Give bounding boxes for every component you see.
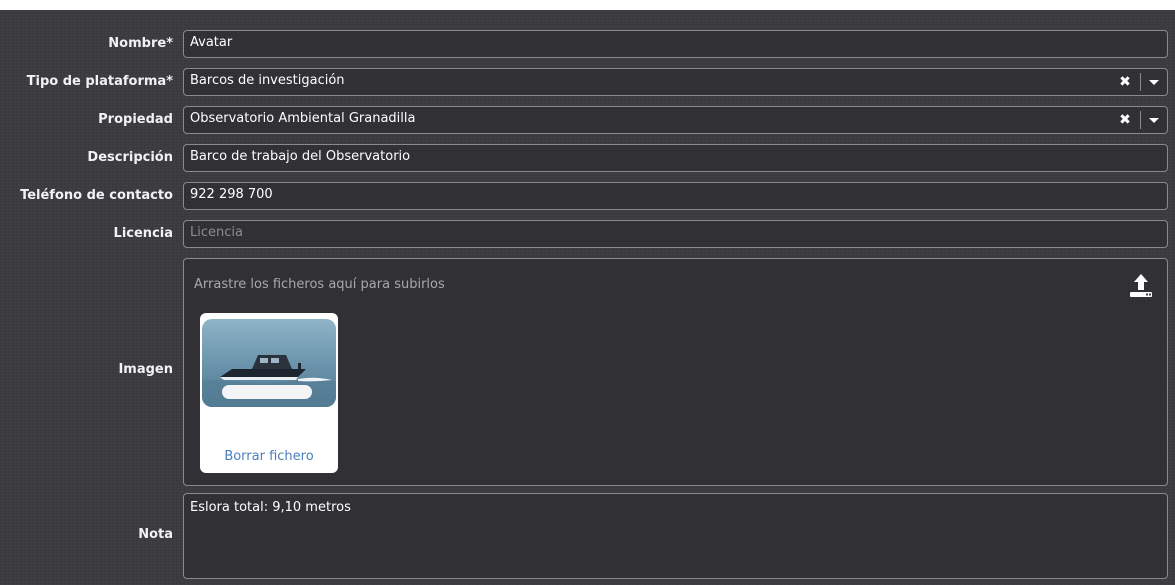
licencia-label: Licencia bbox=[113, 226, 173, 241]
telefono-field[interactable]: 922 298 700 bbox=[183, 182, 1168, 210]
tipo-plataforma-value: Barcos de investigación bbox=[190, 73, 345, 88]
propiedad-controls: ✖ bbox=[1110, 107, 1167, 133]
top-strip bbox=[0, 0, 1175, 10]
nombre-field[interactable]: Avatar bbox=[183, 30, 1168, 58]
clear-icon[interactable]: ✖ bbox=[1110, 112, 1140, 128]
tipo-plataforma-label: Tipo de plataforma* bbox=[26, 74, 173, 89]
propiedad-value: Observatorio Ambiental Granadilla bbox=[190, 111, 416, 126]
row-imagen: Imagen Arrastre los ficheros aquí para s… bbox=[0, 258, 1175, 486]
row-tipo-plataforma: Tipo de plataforma* Barcos de investigac… bbox=[0, 68, 1175, 98]
nota-textarea[interactable]: Eslora total: 9,10 metros bbox=[183, 493, 1168, 579]
row-descripcion: Descripción Barco de trabajo del Observa… bbox=[0, 144, 1175, 174]
propiedad-label: Propiedad bbox=[98, 112, 173, 127]
chevron-down-icon[interactable] bbox=[1141, 69, 1167, 95]
nombre-label: Nombre* bbox=[108, 36, 173, 51]
nota-value: Eslora total: 9,10 metros bbox=[190, 500, 351, 515]
descripcion-value: Barco de trabajo del Observatorio bbox=[190, 149, 411, 164]
row-licencia: Licencia Licencia bbox=[0, 220, 1175, 250]
tipo-plataforma-select[interactable]: Barcos de investigación ✖ bbox=[183, 68, 1168, 96]
row-nota: Nota Eslora total: 9,10 metros bbox=[0, 493, 1175, 579]
delete-file-link[interactable]: Borrar fichero bbox=[200, 449, 338, 464]
row-telefono: Teléfono de contacto 922 298 700 bbox=[0, 182, 1175, 212]
licencia-field[interactable]: Licencia bbox=[183, 220, 1168, 248]
licencia-placeholder: Licencia bbox=[190, 225, 243, 240]
row-nombre: Nombre* Avatar bbox=[0, 30, 1175, 60]
descripcion-field[interactable]: Barco de trabajo del Observatorio bbox=[183, 144, 1168, 172]
nombre-value: Avatar bbox=[190, 35, 233, 50]
clear-icon[interactable]: ✖ bbox=[1110, 74, 1140, 90]
image-dropzone[interactable]: Arrastre los ficheros aquí para subirlos bbox=[183, 258, 1168, 486]
dropzone-hint: Arrastre los ficheros aquí para subirlos bbox=[194, 277, 445, 292]
tipo-plataforma-controls: ✖ bbox=[1110, 69, 1167, 95]
chevron-down-icon[interactable] bbox=[1141, 107, 1167, 133]
telefono-value: 922 298 700 bbox=[190, 187, 273, 202]
file-card: Borrar fichero bbox=[200, 313, 338, 473]
imagen-label: Imagen bbox=[118, 362, 173, 377]
propiedad-select[interactable]: Observatorio Ambiental Granadilla ✖ bbox=[183, 106, 1168, 134]
telefono-label: Teléfono de contacto bbox=[20, 188, 173, 203]
row-propiedad: Propiedad Observatorio Ambiental Granadi… bbox=[0, 106, 1175, 136]
nota-label: Nota bbox=[138, 527, 173, 542]
descripcion-label: Descripción bbox=[87, 150, 173, 165]
upload-icon[interactable] bbox=[1127, 271, 1155, 299]
thumbnail-progress-bar bbox=[222, 385, 312, 399]
